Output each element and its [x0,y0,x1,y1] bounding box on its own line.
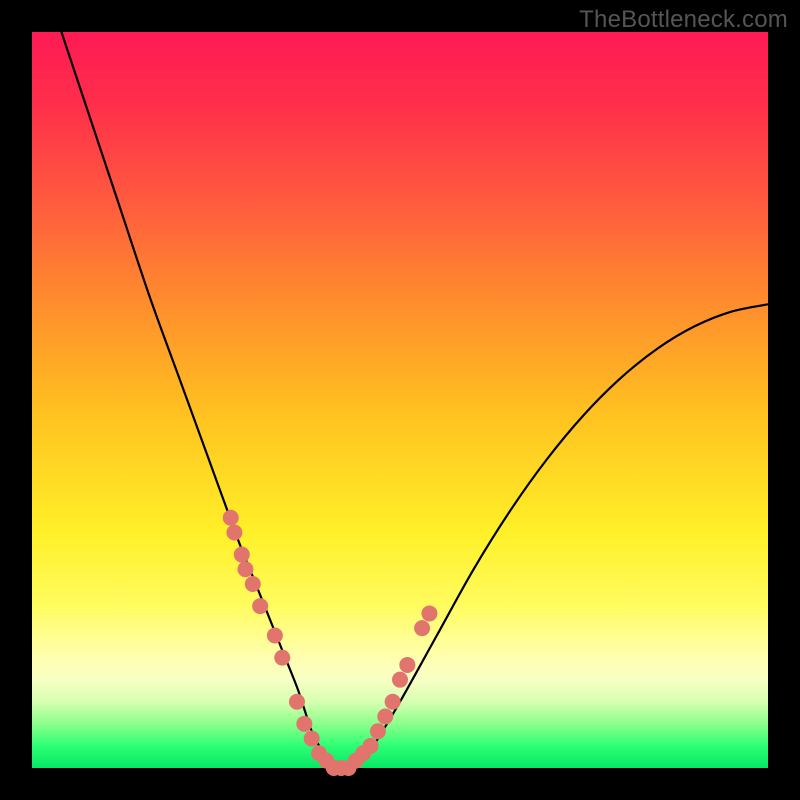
highlight-point [237,561,253,577]
highlight-point [370,723,386,739]
highlight-point [234,547,250,563]
highlight-point [414,620,430,636]
highlight-point [399,657,415,673]
highlight-point [392,672,408,688]
highlight-point [363,738,379,754]
chart-svg [32,32,768,768]
highlight-point [267,628,283,644]
highlight-point [296,716,312,732]
highlight-point [421,605,437,621]
highlight-point [274,650,290,666]
highlight-point [289,694,305,710]
plot-area [32,32,768,768]
highlight-point [377,708,393,724]
highlight-point [223,510,239,526]
bottleneck-curve [61,32,768,769]
highlight-markers [223,510,438,776]
highlight-point [252,598,268,614]
watermark-text: TheBottleneck.com [579,6,788,34]
highlight-point [304,731,320,747]
highlight-point [245,576,261,592]
highlight-point [226,524,242,540]
chart-frame: TheBottleneck.com [0,0,800,800]
highlight-point [385,694,401,710]
